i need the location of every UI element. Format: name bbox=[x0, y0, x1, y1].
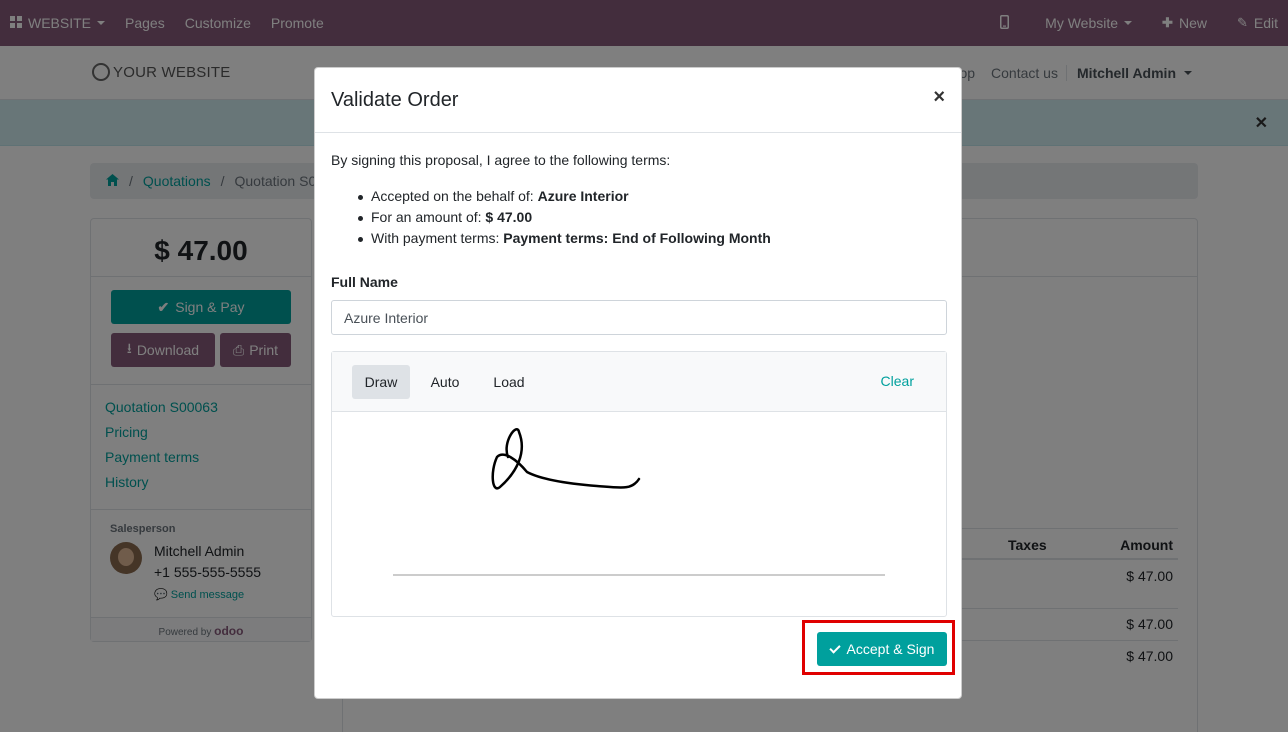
clear-signature-link[interactable]: Clear bbox=[881, 373, 914, 389]
term-label: For an amount of: bbox=[371, 209, 486, 225]
term-label: Accepted on the behalf of: bbox=[371, 188, 538, 204]
full-name-label: Full Name bbox=[331, 274, 398, 290]
signature-mode-tabs: Draw Auto Load Clear bbox=[332, 352, 946, 412]
tab-load[interactable]: Load bbox=[484, 365, 534, 399]
check-icon bbox=[828, 641, 841, 654]
tab-auto[interactable]: Auto bbox=[420, 365, 470, 399]
modal-title: Validate Order bbox=[331, 89, 459, 111]
terms-list: Accepted on the behalf of: Azure Interio… bbox=[355, 188, 771, 251]
term-value: Azure Interior bbox=[537, 188, 629, 204]
modal-header: Validate Order × bbox=[315, 68, 961, 133]
signature-canvas[interactable] bbox=[332, 412, 946, 616]
validate-order-dialog: Validate Order × By signing this proposa… bbox=[314, 67, 962, 699]
accept-sign-label: Accept & Sign bbox=[846, 641, 935, 657]
signature-pad: Draw Auto Load Clear bbox=[331, 351, 947, 617]
close-icon[interactable]: × bbox=[933, 86, 945, 109]
list-item: With payment terms: Payment terms: End o… bbox=[355, 230, 771, 251]
full-name-field[interactable] bbox=[331, 300, 947, 335]
accept-sign-button[interactable]: Accept & Sign bbox=[817, 632, 947, 666]
signature-drawing bbox=[393, 428, 885, 576]
terms-intro: By signing this proposal, I agree to the… bbox=[331, 152, 671, 168]
list-item: For an amount of: $ 47.00 bbox=[355, 209, 771, 230]
accept-highlight: Accept & Sign bbox=[802, 620, 955, 675]
tab-draw[interactable]: Draw bbox=[352, 365, 410, 399]
term-value: $ 47.00 bbox=[485, 209, 533, 225]
list-item: Accepted on the behalf of: Azure Interio… bbox=[355, 188, 771, 209]
term-label: With payment terms: bbox=[371, 230, 504, 246]
term-value: Payment terms: End of Following Month bbox=[503, 230, 771, 246]
